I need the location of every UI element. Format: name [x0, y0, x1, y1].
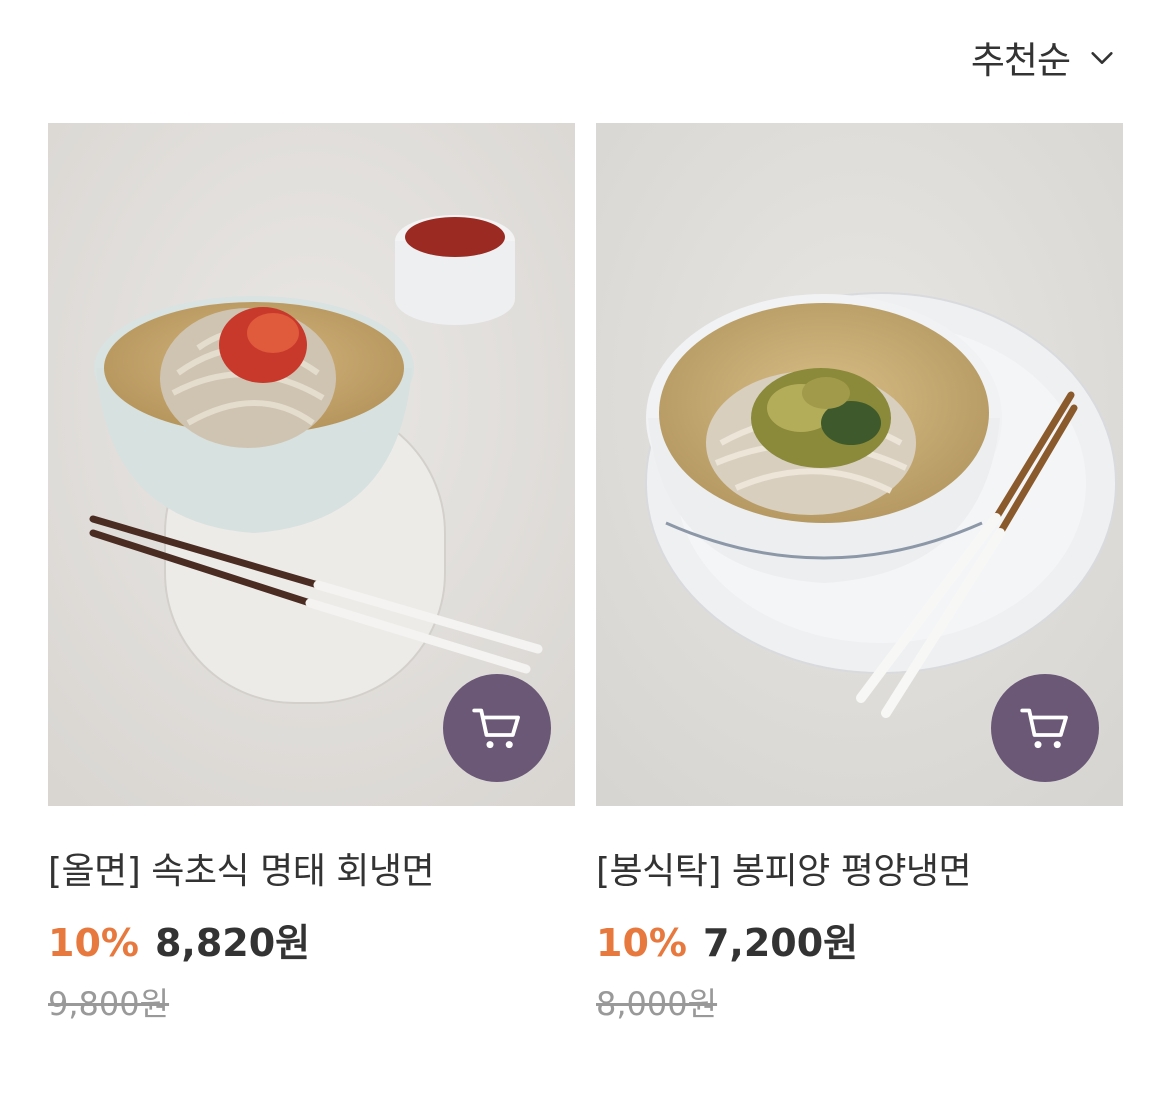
product-grid: [올면] 속초식 명태 회냉면 10% 8,820원 9,800원 [봉식탁] … [48, 123, 1123, 1025]
cart-icon [1020, 708, 1068, 749]
add-to-cart-button[interactable] [991, 674, 1099, 782]
cart-icon [472, 708, 520, 749]
product-image[interactable] [596, 123, 1123, 806]
sale-price: 7,200원 [702, 921, 859, 965]
price-row: 10% 7,200원 [596, 912, 1123, 967]
original-price: 8,000원 [596, 985, 718, 1023]
add-to-cart-button[interactable] [443, 674, 551, 782]
original-price: 9,800원 [48, 985, 170, 1023]
discount-rate: 10% [596, 921, 687, 965]
product-title[interactable]: [봉식탁] 봉피양 평양냉면 [596, 842, 1123, 894]
chevron-down-icon [1091, 52, 1113, 64]
product-image[interactable] [48, 123, 575, 806]
sort-dropdown[interactable]: 추천순 [971, 30, 1116, 84]
discount-rate: 10% [48, 921, 139, 965]
product-card[interactable]: [올면] 속초식 명태 회냉면 10% 8,820원 9,800원 [48, 123, 575, 1025]
sale-price: 8,820원 [154, 921, 311, 965]
price-row: 10% 8,820원 [48, 912, 575, 967]
product-card[interactable]: [봉식탁] 봉피양 평양냉면 10% 7,200원 8,000원 [596, 123, 1123, 1025]
sort-label: 추천순 [970, 39, 1071, 82]
product-title[interactable]: [올면] 속초식 명태 회냉면 [48, 842, 575, 894]
